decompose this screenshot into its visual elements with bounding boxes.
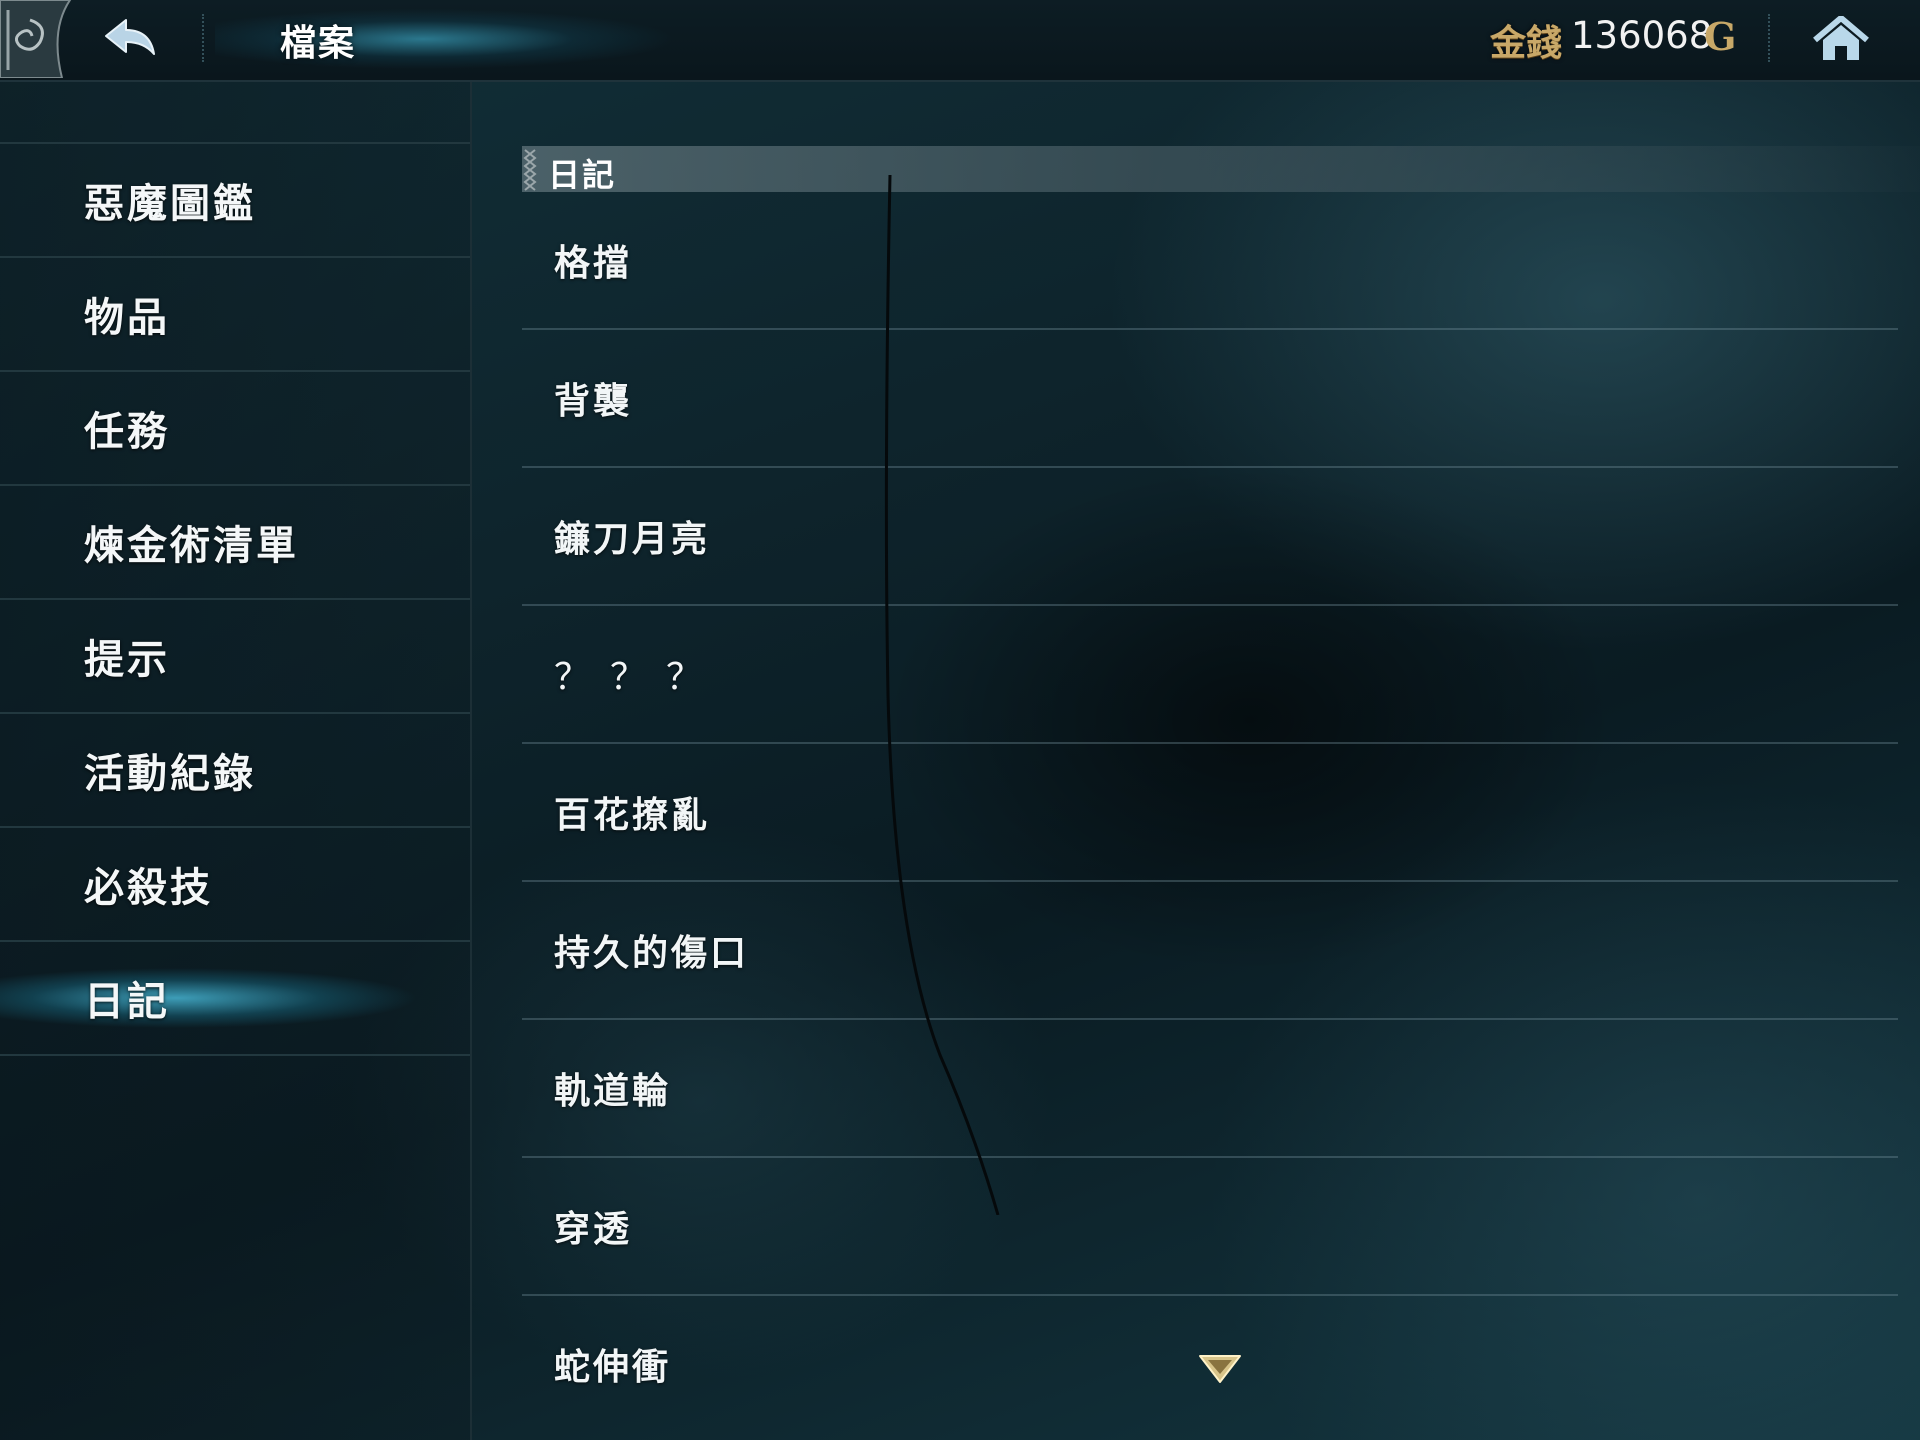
- list-item[interactable]: 鐮刀月亮: [522, 468, 1898, 606]
- sidebar-item-label: 活動紀錄: [84, 750, 256, 797]
- sidebar-item-quests[interactable]: 任務: [0, 370, 470, 484]
- sidebar-item-diary[interactable]: 日記: [0, 940, 470, 1056]
- page-title: 檔案: [280, 22, 357, 64]
- top-divider: [1768, 14, 1770, 62]
- diary-entry-list: 格擋 背襲 鐮刀月亮 ？？？ 百花撩亂 持久的傷口 軌道輪 穿透 蛇伸衝: [522, 192, 1898, 1432]
- entry-label: 持久的傷口: [554, 932, 750, 974]
- list-item[interactable]: 背襲: [522, 330, 1898, 468]
- sidebar-item-label: 任務: [84, 408, 170, 455]
- top-bar: 檔案 金錢 136068 G: [0, 0, 1920, 82]
- sidebar-item-tips[interactable]: 提示: [0, 598, 470, 712]
- list-item[interactable]: 格擋: [522, 192, 1898, 330]
- home-icon: [1813, 16, 1869, 60]
- entry-label: 穿透: [554, 1208, 633, 1250]
- money-unit: G: [1704, 14, 1737, 59]
- sidebar-item-label: 物品: [84, 294, 170, 341]
- list-item[interactable]: 百花撩亂: [522, 744, 1898, 882]
- entry-label: 背襲: [554, 380, 633, 422]
- knot-ornament-icon: [523, 149, 537, 191]
- sidebar-item-label: 日記: [84, 978, 170, 1025]
- entry-label: 蛇伸衝: [554, 1346, 672, 1388]
- sidebar-item-items[interactable]: 物品: [0, 256, 470, 370]
- screen: 檔案 金錢 136068 G 惡魔圖鑑 物品 任務 煉金術清單 提示 活動紀錄 …: [0, 0, 1920, 1440]
- entry-label: 百花撩亂: [554, 794, 711, 836]
- sidebar-list: 惡魔圖鑑 物品 任務 煉金術清單 提示 活動紀錄 必殺技 日記: [0, 142, 470, 1056]
- money-value: 136068: [1571, 14, 1713, 57]
- sidebar-item-alchemy-list[interactable]: 煉金術清單: [0, 484, 470, 598]
- sidebar-item-activity-log[interactable]: 活動紀錄: [0, 712, 470, 826]
- entry-label: 格擋: [554, 242, 633, 284]
- sidebar-item-label: 必殺技: [84, 864, 213, 911]
- top-divider: [202, 14, 204, 62]
- sidebar: 惡魔圖鑑 物品 任務 煉金術清單 提示 活動紀錄 必殺技 日記: [0, 82, 472, 1440]
- scroll-down-arrow-icon[interactable]: [1198, 1352, 1242, 1384]
- home-button[interactable]: [1810, 12, 1872, 66]
- back-button[interactable]: [95, 10, 165, 68]
- list-item[interactable]: ？？？: [522, 606, 1898, 744]
- sidebar-item-label: 提示: [84, 636, 170, 683]
- list-item[interactable]: 持久的傷口: [522, 882, 1898, 1020]
- ornament-icon: [0, 0, 72, 78]
- entry-label: 鐮刀月亮: [554, 518, 711, 560]
- list-item[interactable]: 軌道輪: [522, 1020, 1898, 1158]
- back-arrow-icon: [105, 19, 155, 55]
- sidebar-item-label: 惡魔圖鑑: [84, 180, 256, 227]
- list-item[interactable]: 穿透: [522, 1158, 1898, 1296]
- entry-label: ？？？: [554, 657, 723, 698]
- sidebar-item-special-moves[interactable]: 必殺技: [0, 826, 470, 940]
- sidebar-item-demon-encyclopedia[interactable]: 惡魔圖鑑: [0, 142, 470, 256]
- money-label: 金錢: [1490, 22, 1563, 64]
- sidebar-item-label: 煉金術清單: [84, 522, 299, 569]
- entry-label: 軌道輪: [554, 1070, 672, 1112]
- section-header: 日記: [522, 146, 1920, 194]
- section-title: 日記: [548, 156, 617, 194]
